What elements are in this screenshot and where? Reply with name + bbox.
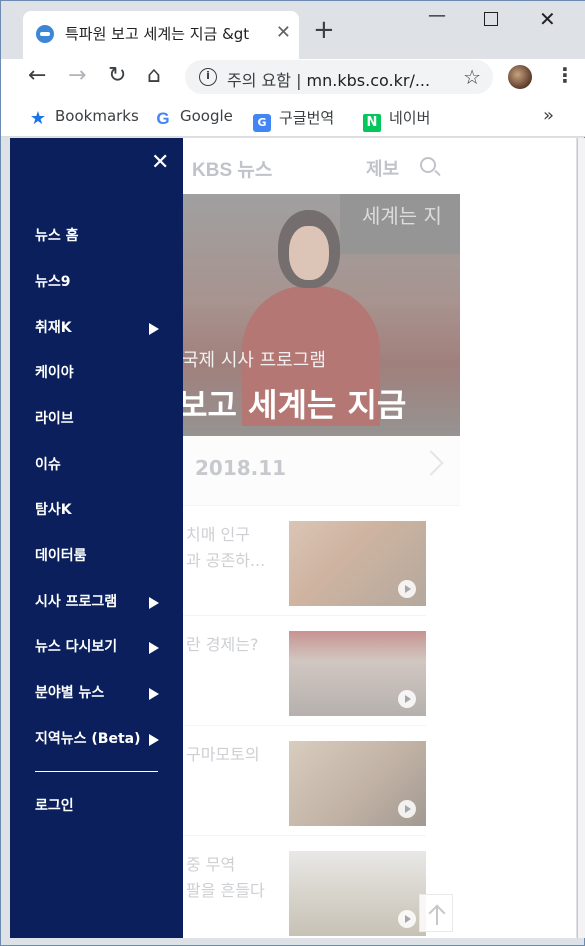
drawer-item-regional-news[interactable]: 지역뉴스 (Beta) [35,724,163,754]
forward-arrow-icon[interactable]: → [68,63,86,88]
bookmark-naver[interactable]: N 네이버 [363,107,430,132]
bookmark-google-translate[interactable]: G 구글번역 [253,107,334,132]
bookmark-bookmarks[interactable]: ★ Bookmarks [29,107,139,128]
drawer-item-label: 뉴스9 [35,274,71,290]
bookmarks-bar: ★ Bookmarks G Google G 구글번역 N 네이버 » [1,97,585,137]
naver-icon: N [363,114,381,132]
address-separator: | [296,71,302,90]
login-link[interactable]: 로그인 [35,791,163,821]
security-label: 주의 요함 [227,71,291,90]
drawer-item-live[interactable]: 라이브 [35,404,163,434]
bookmark-label: Bookmarks [55,107,139,125]
drawer-item-news9[interactable]: 뉴스9 [35,267,163,297]
back-arrow-icon[interactable]: ← [28,63,46,88]
bookmark-label: Google [180,107,233,125]
home-icon[interactable]: ⌂ [147,63,161,88]
drawer-item-label: 시사 프로그램 [35,594,118,610]
expand-arrow-icon[interactable] [149,688,159,700]
star-icon: ★ [29,108,47,129]
bookmarks-overflow-button[interactable]: » [543,105,554,126]
address-text: 주의 요함 | mn.kbs.co.kr/... [227,67,430,91]
navigation-drawer: ✕ 뉴스 홈 뉴스9 취재K 케이야 라이브 이슈 탐사K 데이터룸 시사 프로… [10,138,183,938]
browser-tab-active[interactable]: 특파원 보고 세계는 지금 &gt ✕ [23,11,299,59]
drawer-item-label: 케이야 [35,365,74,381]
page-margin [460,138,576,938]
drawer-item-issue[interactable]: 이슈 [35,450,163,480]
login-label: 로그인 [35,798,74,814]
page-viewport: KBS 뉴스 제보 세계는 지 국제 시사 프로그램 보고 세계는 지금 201… [10,138,576,938]
drawer-item-news-replay[interactable]: 뉴스 다시보기 [35,632,163,662]
drawer-item-label: 뉴스 다시보기 [35,639,118,655]
bookmark-google[interactable]: G Google [154,107,233,128]
expand-arrow-icon[interactable] [149,642,159,654]
minimize-icon[interactable]: — [428,5,446,26]
drawer-item-label: 이슈 [35,457,61,473]
bookmark-star-icon[interactable]: ☆ [463,65,481,89]
title-bar: 특파원 보고 세계는 지금 &gt ✕ + — ✕ [1,1,585,59]
close-window-icon[interactable]: ✕ [539,7,556,31]
drawer-item-data-room[interactable]: 데이터룸 [35,541,163,571]
kbs-favicon-icon [36,25,54,43]
drawer-item-label: 분야별 뉴스 [35,685,105,701]
drawer-divider [35,771,158,772]
drawer-item-news-by-category[interactable]: 분야별 뉴스 [35,678,163,708]
drawer-item-investigation-k[interactable]: 탐사K [35,495,163,525]
profile-avatar[interactable] [508,65,532,89]
drawer-item-label: 취재K [35,320,72,336]
drawer-item-label: 탐사K [35,502,72,518]
drawer-item-label: 지역뉴스 (Beta) [35,731,141,747]
drawer-item-keiya[interactable]: 케이야 [35,358,163,388]
drawer-item-news-home[interactable]: 뉴스 홈 [35,221,163,251]
url-text: mn.kbs.co.kr/... [306,71,431,90]
expand-arrow-icon[interactable] [149,323,159,335]
expand-arrow-icon[interactable] [149,734,159,746]
tab-close-icon[interactable]: ✕ [276,22,291,43]
address-bar[interactable]: i 주의 요함 | mn.kbs.co.kr/... ☆ [185,60,493,94]
drawer-close-icon[interactable]: ✕ [151,152,169,174]
browser-window: 특파원 보고 세계는 지금 &gt ✕ + — ✕ ← → ↻ ⌂ i 주의 요… [0,0,585,946]
maximize-icon[interactable] [484,12,498,26]
drawer-item-label: 뉴스 홈 [35,228,79,244]
drawer-item-coverage-k[interactable]: 취재K [35,313,163,343]
more-menu-icon[interactable]: ⋮ [555,63,575,87]
drawer-item-label: 라이브 [35,411,74,427]
google-translate-icon: G [253,114,271,132]
bookmark-label: 구글번역 [279,109,335,127]
drawer-item-label: 데이터룸 [35,548,87,564]
bookmark-label: 네이버 [389,109,431,127]
adjacent-window-edge [577,138,585,938]
new-tab-button[interactable]: + [313,17,335,43]
browser-toolbar: ← → ↻ ⌂ i 주의 요함 | mn.kbs.co.kr/... ☆ ⋮ [1,59,585,97]
reload-icon[interactable]: ↻ [108,63,126,88]
tab-title: 특파원 보고 세계는 지금 &gt [65,25,250,43]
drawer-item-current-affairs[interactable]: 시사 프로그램 [35,587,163,617]
google-icon: G [156,109,170,128]
expand-arrow-icon[interactable] [149,597,159,609]
info-icon[interactable]: i [199,68,217,86]
